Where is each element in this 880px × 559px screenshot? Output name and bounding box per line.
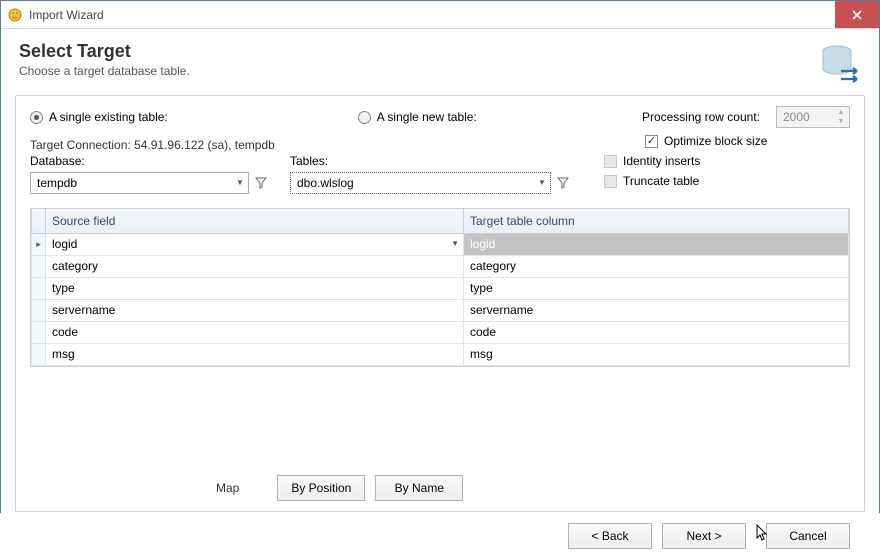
database-combo[interactable]	[30, 172, 249, 194]
target-column-cell[interactable]: type	[464, 278, 848, 299]
processing-row-count-input[interactable]: 2000 ▲▼	[776, 106, 850, 128]
radio-icon	[358, 111, 371, 124]
source-field-cell[interactable]: servername	[46, 300, 464, 321]
target-column-cell[interactable]: msg	[464, 344, 848, 365]
table-row[interactable]: msgmsg	[31, 344, 849, 366]
grid-header-target[interactable]: Target table column	[464, 209, 848, 233]
target-column-cell[interactable]: servername	[464, 300, 848, 321]
table-row[interactable]: categorycategory	[31, 256, 849, 278]
source-field-cell[interactable]: category	[46, 256, 464, 277]
checkbox-icon	[645, 135, 658, 148]
window-title: Import Wizard	[29, 8, 104, 22]
close-button[interactable]	[835, 1, 879, 28]
row-indicator	[32, 278, 46, 299]
grid-header: Source field Target table column	[31, 208, 849, 234]
app-icon	[7, 7, 23, 23]
database-icon	[817, 41, 861, 85]
target-column-cell[interactable]: category	[464, 256, 848, 277]
processing-row-count-value: 2000	[783, 110, 810, 124]
truncate-table-checkbox[interactable]: Truncate table	[604, 174, 700, 188]
table-row[interactable]: servernameservername	[31, 300, 849, 322]
source-field-cell[interactable]: type	[46, 278, 464, 299]
table-row[interactable]: logid▼logid	[31, 234, 849, 256]
identity-inserts-label: Identity inserts	[623, 154, 700, 168]
checkbox-icon	[604, 155, 617, 168]
row-indicator	[32, 234, 46, 255]
tables-combo[interactable]	[290, 172, 551, 194]
truncate-table-label: Truncate table	[623, 174, 699, 188]
by-name-button[interactable]: By Name	[375, 475, 463, 501]
row-indicator	[32, 300, 46, 321]
tables-label: Tables:	[290, 154, 572, 168]
target-column-cell[interactable]: logid	[464, 234, 848, 255]
radio-existing-label: A single existing table:	[49, 110, 168, 124]
checkbox-icon	[604, 175, 617, 188]
spin-down-icon[interactable]: ▼	[834, 117, 848, 126]
table-row[interactable]: typetype	[31, 278, 849, 300]
processing-row-count-label: Processing row count:	[642, 110, 760, 124]
identity-inserts-checkbox[interactable]: Identity inserts	[604, 154, 700, 168]
optimize-block-size-checkbox[interactable]: Optimize block size	[645, 134, 850, 148]
radio-new-label: A single new table:	[377, 110, 477, 124]
wizard-header: Select Target Choose a target database t…	[1, 29, 879, 95]
database-label: Database:	[30, 154, 270, 168]
titlebar: Import Wizard	[1, 1, 879, 29]
grid-row-indicator-header	[32, 209, 46, 233]
row-indicator	[32, 344, 46, 365]
chevron-down-icon[interactable]: ▼	[451, 239, 459, 248]
spin-up-icon[interactable]: ▲	[834, 108, 848, 117]
radio-new-table[interactable]: A single new table:	[358, 110, 477, 124]
row-indicator	[32, 256, 46, 277]
row-indicator	[32, 322, 46, 343]
target-column-cell[interactable]: code	[464, 322, 848, 343]
mapping-grid: Source field Target table column logid▼l…	[30, 208, 850, 367]
optimize-label: Optimize block size	[664, 134, 767, 148]
grid-header-source[interactable]: Source field	[46, 209, 464, 233]
filter-icon[interactable]	[252, 172, 270, 194]
by-position-button[interactable]: By Position	[277, 475, 365, 501]
source-field-cell[interactable]: logid▼	[46, 234, 464, 255]
page-subtitle: Choose a target database table.	[19, 64, 817, 78]
wizard-footer: < Back Next > Cancel	[0, 513, 880, 559]
table-row[interactable]: codecode	[31, 322, 849, 344]
map-label: Map	[216, 481, 239, 495]
radio-existing-table[interactable]: A single existing table:	[30, 110, 168, 124]
radio-icon	[30, 111, 43, 124]
source-field-cell[interactable]: msg	[46, 344, 464, 365]
source-field-cell[interactable]: code	[46, 322, 464, 343]
next-button[interactable]: Next >	[662, 523, 746, 549]
map-controls: Map By Position By Name	[16, 475, 864, 501]
page-title: Select Target	[19, 41, 817, 62]
options-panel: A single existing table: A single new ta…	[15, 95, 865, 512]
filter-icon[interactable]	[554, 172, 572, 194]
cancel-button[interactable]: Cancel	[766, 523, 850, 549]
back-button[interactable]: < Back	[568, 523, 652, 549]
